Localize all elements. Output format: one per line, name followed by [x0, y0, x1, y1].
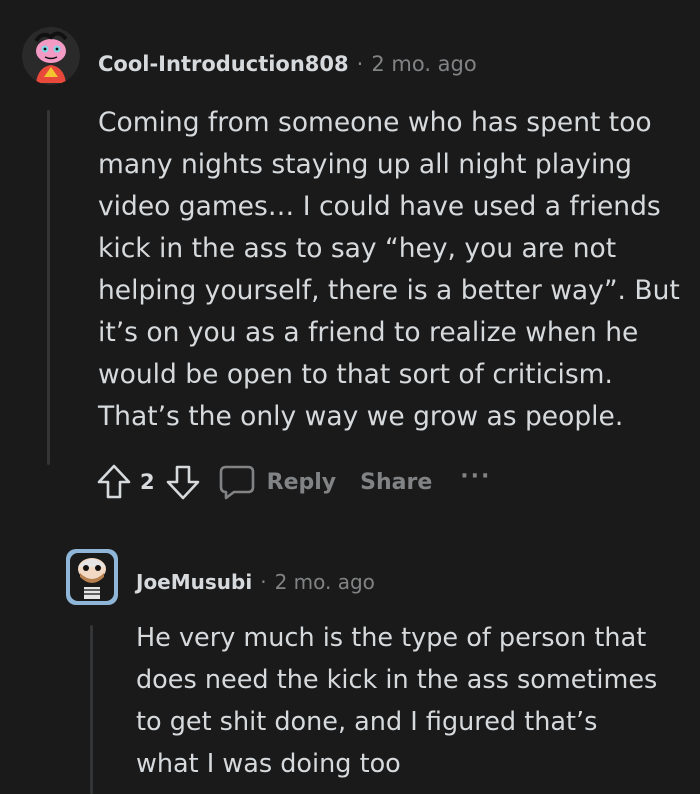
comment-body: Coming from someone who has spent too ma… [98, 102, 680, 438]
comment-line: does need the kick in the ass sometimes [136, 665, 658, 695]
downvote-icon[interactable] [163, 463, 203, 501]
username[interactable]: JoeMusubi [136, 570, 252, 594]
username[interactable]: Cool-Introduction808 [98, 52, 349, 76]
timestamp[interactable]: 2 mo. ago [275, 570, 375, 594]
comment-line: Coming from someone who has spent too [98, 107, 652, 138]
timestamp[interactable]: 2 mo. ago [371, 52, 476, 76]
snoo-avatar-icon [66, 549, 118, 605]
comment-line: video games… I could have used a friends [98, 191, 661, 222]
comment-line: to get shit done, and I figured that’s [136, 707, 598, 737]
avatar[interactable] [22, 27, 80, 85]
comment-bubble-icon [217, 463, 257, 501]
comment-line: That’s the only way we grow as people. [98, 401, 624, 432]
comment-line: He very much is the type of person that [136, 623, 647, 653]
comment-line: many nights staying up all night playing [98, 149, 632, 180]
comment-actions: 2 Reply Share ··· [94, 462, 491, 502]
more-options-icon[interactable]: ··· [460, 464, 491, 489]
snoo-avatar-icon [22, 27, 80, 85]
comment-line: what I was doing too [136, 749, 401, 779]
comment-line: helping yourself, there is a better way”… [98, 275, 680, 306]
reply-button[interactable]: Reply [217, 463, 337, 501]
thread-line[interactable] [90, 625, 93, 794]
avatar[interactable] [64, 545, 120, 607]
meta-separator: · [356, 52, 364, 76]
thread-line[interactable] [47, 110, 50, 465]
comment-line: would be open to that sort of criticism. [98, 359, 613, 390]
vote-count: 2 [140, 470, 155, 494]
meta-separator: · [260, 570, 267, 594]
reply-label: Reply [266, 469, 337, 495]
upvote-icon[interactable] [94, 463, 134, 501]
comment-meta: Cool-Introduction808 · 2 mo. ago [98, 52, 477, 76]
comment-meta: JoeMusubi · 2 mo. ago [136, 570, 375, 594]
share-button[interactable]: Share [360, 470, 432, 495]
comment-line: it’s on you as a friend to realize when … [98, 317, 639, 348]
comment-line: kick in the ass to say “hey, you are not [98, 233, 617, 264]
comment-body: He very much is the type of person that … [136, 617, 657, 785]
